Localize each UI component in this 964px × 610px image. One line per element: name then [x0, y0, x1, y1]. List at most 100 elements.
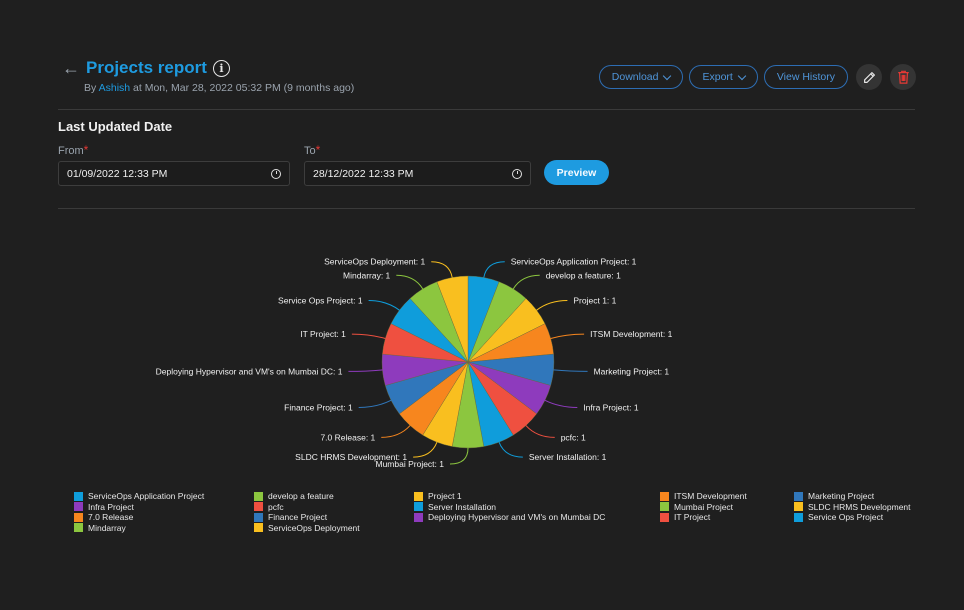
edit-button[interactable]: [856, 64, 882, 90]
legend-swatch: [254, 512, 263, 522]
legend-label: SLDC HRMS Development: [808, 501, 911, 512]
to-date-value: 28/12/2022 12:33 PM: [313, 167, 414, 180]
info-icon[interactable]: i: [212, 59, 230, 77]
data-label: Mindarray: 1: [343, 270, 391, 280]
legend-swatch: [254, 491, 263, 501]
legend-label: Service Ops Project: [808, 512, 884, 523]
required-marker: *: [83, 143, 89, 157]
data-label: Marketing Project: 1: [594, 366, 670, 376]
legend-item[interactable]: Marketing Project: [794, 491, 924, 502]
legend-item[interactable]: SLDC HRMS Development: [794, 502, 924, 513]
legend-label: Infra Project: [88, 501, 134, 512]
action-toolbar: Download Export View History: [598, 64, 916, 90]
export-button[interactable]: Export: [689, 65, 758, 89]
section-title: Last Updated Date: [58, 119, 173, 134]
legend-swatch: [74, 502, 83, 512]
legend-item[interactable]: ITSM Development: [660, 491, 794, 502]
legend-label: Server Installation: [428, 501, 497, 512]
legend-item[interactable]: develop a feature: [254, 491, 414, 502]
legend-swatch: [794, 491, 803, 501]
label-connector: [358, 399, 392, 408]
label-connector: [396, 274, 424, 290]
filter-divider: [58, 208, 915, 209]
legend-label: Deploying Hypervisor and VM's on Mumbai …: [428, 512, 606, 523]
to-label-text: To: [304, 145, 316, 157]
data-label: pcfc: 1: [561, 432, 586, 442]
delete-button[interactable]: [890, 64, 916, 90]
legend-label: ITSM Development: [674, 491, 747, 502]
by-prefix: By: [84, 82, 97, 94]
view-history-label: View History: [776, 71, 835, 83]
legend-label: Finance Project: [268, 512, 328, 523]
from-date-value: 01/09/2022 12:33 PM: [67, 167, 168, 180]
legend-item[interactable]: Service Ops Project: [794, 512, 924, 523]
legend-label: develop a feature: [268, 491, 334, 502]
clock-icon[interactable]: [512, 168, 522, 179]
arrow-left-icon[interactable]: ←: [62, 58, 80, 78]
legend-label: 7.0 Release: [88, 512, 134, 523]
header-divider: [58, 109, 915, 110]
to-label: To*: [304, 143, 320, 157]
legend-label: ServiceOps Deployment: [268, 522, 360, 533]
legend-item[interactable]: pcfc: [254, 502, 414, 513]
label-connector: [348, 369, 383, 372]
legend-item[interactable]: Mindarray: [74, 523, 254, 534]
legend-item[interactable]: 7.0 Release: [74, 512, 254, 523]
data-label: ServiceOps Deployment: 1: [324, 257, 425, 267]
chevron-down-icon: [663, 71, 672, 80]
legend-label: Mumbai Project: [674, 501, 734, 512]
legend-swatch: [414, 512, 423, 522]
label-connector: [368, 300, 400, 311]
label-connector: [351, 333, 386, 339]
legend-swatch: [74, 523, 83, 533]
legend-label: Project 1: [428, 491, 462, 502]
view-history-button[interactable]: View History: [763, 65, 848, 89]
legend-item[interactable]: ServiceOps Deployment: [254, 523, 414, 534]
data-label: SLDC HRMS Development: 1: [295, 452, 407, 462]
legend-item[interactable]: Server Installation: [414, 502, 660, 513]
legend-label: IT Project: [674, 512, 711, 523]
legend-label: Mindarray: [88, 522, 126, 533]
legend-swatch: [660, 502, 669, 512]
label-connector: [498, 442, 523, 458]
from-date-field[interactable]: 01/09/2022 12:33 PM: [58, 161, 290, 186]
legend-item[interactable]: Finance Project: [254, 512, 414, 523]
label-connector: [449, 447, 469, 465]
label-connector: [413, 442, 438, 458]
author-link[interactable]: Ashish: [99, 82, 131, 94]
legend-item[interactable]: ServiceOps Application Project: [74, 491, 254, 502]
data-label: ServiceOps Application Project: 1: [511, 257, 637, 267]
data-label: ITSM Development: 1: [590, 329, 672, 339]
download-label: Download: [611, 71, 659, 83]
data-label: Deploying Hypervisor and VM's on Mumbai …: [156, 366, 343, 376]
legend-swatch: [74, 491, 83, 501]
legend-item[interactable]: Project 1: [414, 491, 660, 502]
to-date-field[interactable]: 28/12/2022 12:33 PM: [304, 161, 531, 186]
data-label: Finance Project: 1: [284, 402, 353, 412]
clock-icon[interactable]: [271, 168, 281, 179]
label-connector: [431, 261, 453, 278]
data-label: Service Ops Project: 1: [278, 296, 363, 306]
preview-button[interactable]: Preview: [544, 160, 609, 185]
data-label: IT Project: 1: [300, 329, 346, 339]
data-label: Project 1: 1: [573, 296, 616, 306]
legend-swatch: [794, 502, 803, 512]
legend-swatch: [254, 523, 263, 533]
legend-item[interactable]: Deploying Hypervisor and VM's on Mumbai …: [414, 512, 660, 523]
report-byline: By Ashish at Mon, Mar 28, 2022 05:32 PM …: [84, 82, 354, 94]
legend-item[interactable]: Infra Project: [74, 502, 254, 513]
legend-label: Marketing Project: [808, 491, 875, 502]
legend-item[interactable]: Mumbai Project: [660, 502, 794, 513]
legend-swatch: [660, 491, 669, 501]
legend-item[interactable]: IT Project: [660, 512, 794, 523]
legend-swatch: [414, 491, 423, 501]
from-label-text: From: [58, 145, 84, 157]
data-label: Infra Project: 1: [583, 402, 639, 412]
legend-swatch: [74, 512, 83, 522]
label-connector: [553, 369, 588, 372]
download-button[interactable]: Download: [598, 65, 684, 89]
chevron-down-icon: [737, 71, 747, 80]
legend-label: ServiceOps Application Project: [88, 491, 205, 502]
trash-icon: [897, 70, 909, 84]
timestamp: at Mon, Mar 28, 2022 05:32 PM (9 months …: [133, 82, 355, 94]
